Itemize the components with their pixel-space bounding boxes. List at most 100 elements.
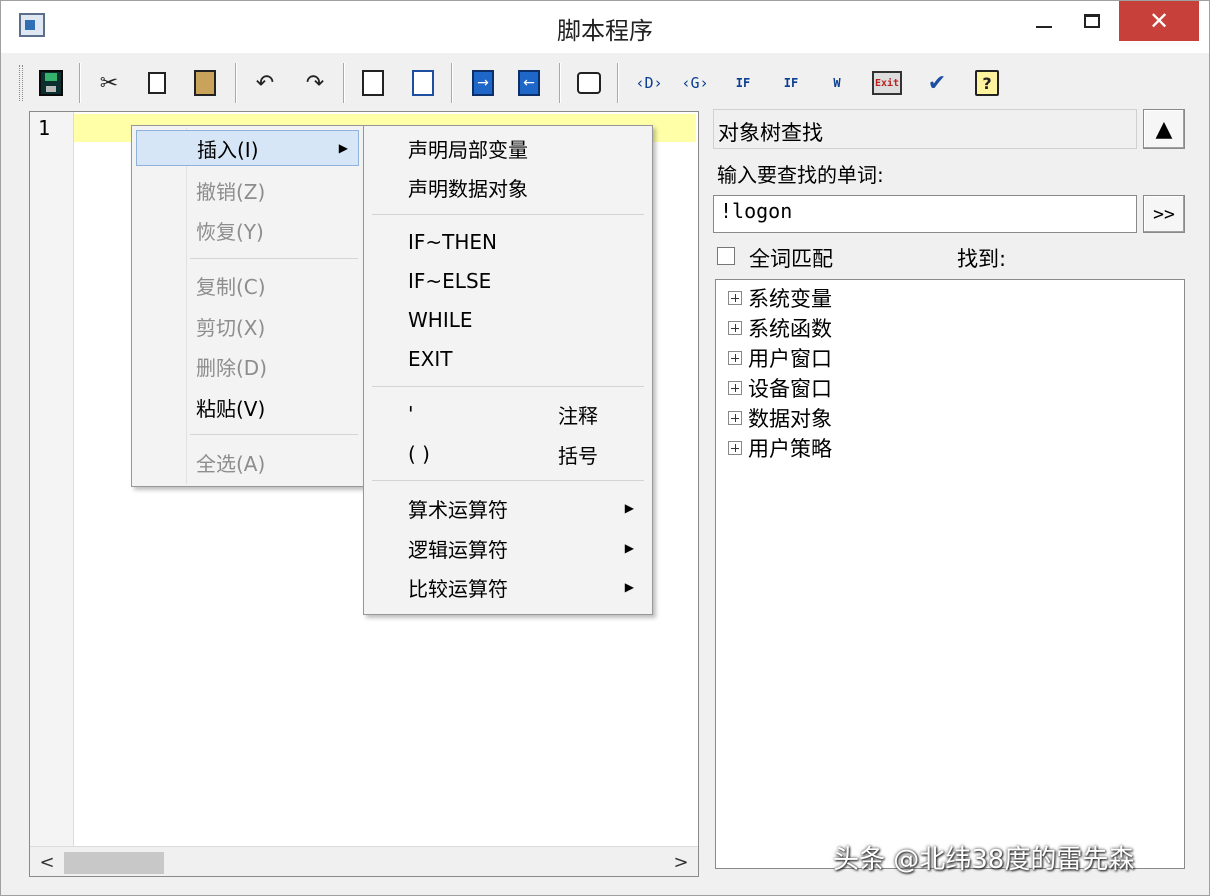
tree-item[interactable]: 用户策略 (728, 434, 832, 462)
tree-item[interactable]: 系统变量 (728, 284, 832, 312)
if-then-button[interactable]: IF (725, 65, 761, 101)
menu-item-redo[interactable]: 恢复(Y) (136, 212, 359, 248)
indent-button[interactable]: → (465, 65, 501, 101)
help-button[interactable]: ? (969, 65, 1005, 101)
menu-item-delete[interactable]: 删除(D) (136, 348, 359, 384)
maximize-icon (1084, 14, 1100, 28)
triangle-up-icon: ▲ (1155, 116, 1173, 142)
comment-icon (577, 72, 601, 94)
find-document-icon (362, 70, 384, 96)
submenu-item-brackets[interactable]: ( ) 括号 (368, 436, 648, 472)
expand-plus-icon[interactable] (728, 411, 742, 425)
expand-plus-icon[interactable] (728, 321, 742, 335)
submenu-arrow-icon: ▶ (624, 501, 634, 515)
cut-button[interactable]: ✂ (91, 65, 127, 101)
whole-word-checkbox[interactable] (717, 247, 735, 265)
insert-global-icon: ‹G› (681, 74, 709, 92)
scroll-thumb[interactable] (64, 852, 164, 874)
paste-button[interactable] (187, 65, 223, 101)
tree-item[interactable]: 数据对象 (728, 404, 832, 432)
save-icon (39, 70, 63, 96)
menu-item-label: 撤销(Z) (196, 179, 266, 204)
toolbar-grip[interactable] (19, 65, 23, 101)
help-icon: ? (975, 70, 999, 96)
horizontal-scrollbar[interactable]: < > (30, 846, 698, 876)
toolbar-separator (617, 63, 619, 103)
menu-item-paste[interactable]: 粘贴(V) (136, 389, 359, 425)
object-tree[interactable]: 系统变量 系统函数 用户窗口 设备窗口 数据对象 用户策略 (715, 279, 1185, 869)
find-button[interactable] (355, 65, 391, 101)
script-program-window: 脚本程序 ✕ ✂ ↶ ↷ → ← ‹D› ‹G› IF IF W Exit ✔ … (0, 0, 1210, 896)
if-else-icon: IF (783, 75, 799, 90)
submenu-item-label: EXIT (408, 347, 453, 371)
tree-item[interactable]: 用户窗口 (728, 344, 832, 372)
line-number: 1 (38, 116, 51, 140)
collapse-panel-button[interactable]: ▲ (1143, 109, 1185, 149)
submenu-item-if-else[interactable]: IF~ELSE (368, 263, 648, 299)
exit-button[interactable]: Exit (869, 65, 905, 101)
scroll-left-button[interactable]: < (34, 849, 60, 875)
menu-item-label: 全选(A) (196, 451, 266, 476)
menu-item-label: 复制(C) (196, 274, 266, 299)
check-button[interactable]: ✔ (919, 65, 955, 101)
tree-item[interactable]: 系统函数 (728, 314, 832, 342)
maximize-button[interactable] (1067, 1, 1117, 41)
close-icon: ✕ (1148, 7, 1170, 35)
submenu-item-declare-data-object[interactable]: 声明数据对象 (368, 169, 648, 205)
tree-item-label: 设备窗口 (748, 377, 832, 401)
submenu-item-label: IF~THEN (408, 230, 498, 254)
minimize-button[interactable] (1019, 1, 1069, 41)
insert-global-button[interactable]: ‹G› (677, 65, 713, 101)
while-button[interactable]: W (819, 65, 855, 101)
search-panel-title: 对象树查找 (713, 109, 1137, 149)
submenu-item-exit[interactable]: EXIT (368, 341, 648, 377)
insert-submenu: 声明局部变量 声明数据对象 IF~THEN IF~ELSE WHILE EXIT… (363, 125, 653, 615)
submenu-item-declare-local-var[interactable]: 声明局部变量 (368, 130, 648, 166)
check-icon: ✔ (927, 70, 947, 96)
search-input[interactable]: !logon (713, 195, 1137, 233)
submenu-item-while[interactable]: WHILE (368, 302, 648, 338)
submenu-item-hint: 注释 (558, 403, 598, 428)
menu-item-insert[interactable]: 插入(I) ▶ (136, 130, 359, 166)
menu-item-label: 粘贴(V) (196, 396, 266, 421)
submenu-item-arithmetic-operators[interactable]: 算术运算符 ▶ (368, 490, 648, 526)
copy-icon (148, 72, 166, 94)
comment-button[interactable] (571, 65, 607, 101)
replace-icon (412, 70, 434, 96)
menu-item-undo[interactable]: 撤销(Z) (136, 172, 359, 208)
submenu-item-label: 算术运算符 (408, 497, 508, 522)
expand-plus-icon[interactable] (728, 441, 742, 455)
submenu-item-label: 逻辑运算符 (408, 537, 508, 562)
replace-button[interactable] (405, 65, 441, 101)
outdent-button[interactable]: ← (511, 65, 547, 101)
tree-item[interactable]: 设备窗口 (728, 374, 832, 402)
expand-plus-icon[interactable] (728, 381, 742, 395)
menu-item-select-all[interactable]: 全选(A) (136, 444, 359, 480)
expand-plus-icon[interactable] (728, 351, 742, 365)
submenu-item-comment[interactable]: ' 注释 (368, 396, 648, 432)
copy-button[interactable] (139, 65, 175, 101)
if-else-button[interactable]: IF (773, 65, 809, 101)
menu-item-label: 恢复(Y) (196, 219, 264, 244)
toolbar-separator (451, 63, 453, 103)
redo-button[interactable]: ↷ (297, 65, 333, 101)
toolbar-separator (79, 63, 81, 103)
close-button[interactable]: ✕ (1119, 1, 1199, 41)
submenu-item-comparison-operators[interactable]: 比较运算符 ▶ (368, 569, 648, 605)
expand-plus-icon[interactable] (728, 291, 742, 305)
insert-data-button[interactable]: ‹D› (631, 65, 667, 101)
submenu-item-if-then[interactable]: IF~THEN (368, 224, 648, 260)
submenu-item-logical-operators[interactable]: 逻辑运算符 ▶ (368, 530, 648, 566)
submenu-item-label: 声明数据对象 (408, 176, 528, 201)
menu-item-cut[interactable]: 剪切(X) (136, 308, 359, 344)
save-button[interactable] (33, 65, 69, 101)
scroll-right-button[interactable]: > (668, 849, 694, 875)
undo-button[interactable]: ↶ (247, 65, 283, 101)
menu-item-copy[interactable]: 复制(C) (136, 267, 359, 303)
search-go-button[interactable]: >> (1143, 195, 1185, 233)
submenu-item-hint: 括号 (558, 443, 598, 468)
watermark: 头条 @北纬38度的雷先森 (833, 845, 1135, 875)
submenu-item-label: IF~ELSE (408, 269, 492, 293)
submenu-arrow-icon: ▶ (338, 141, 348, 155)
tree-item-label: 系统变量 (748, 287, 832, 311)
